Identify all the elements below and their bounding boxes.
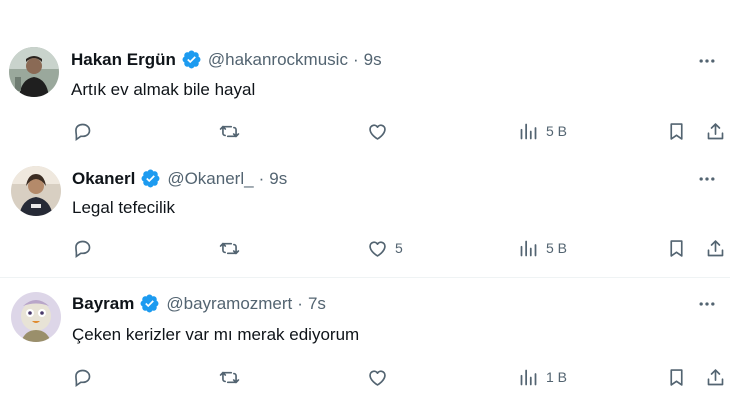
views-button[interactable]: 1 B [518,362,567,392]
retweet-button[interactable] [219,362,240,392]
views-button[interactable]: 5 B [518,116,567,146]
share-icon [705,238,726,259]
tweet-header: Bayram @bayramozmert · 7s [72,293,326,314]
author-name[interactable]: Hakan Ergün [71,50,176,70]
tweet-header: Okanerl @Okanerl_ · 9s [72,168,287,189]
bookmark-icon [666,367,687,388]
separator-dot: · [297,293,303,313]
reply-icon [72,238,93,259]
like-icon [367,238,388,259]
views-icon [518,367,539,388]
retweet-icon [219,367,240,388]
bookmark-icon [666,121,687,142]
tweet[interactable]: Bayram @bayramozmert · 7s Çeken kerizler… [0,277,730,420]
views-icon [518,238,539,259]
reply-button[interactable] [72,362,93,392]
verified-badge-icon [140,168,161,189]
like-button[interactable] [367,116,395,146]
avatar[interactable] [11,166,61,216]
like-button[interactable] [367,362,395,392]
share-button[interactable] [705,116,726,146]
tweet-text: Çeken kerizler var mı merak ediyorum [72,325,360,344]
timestamp[interactable]: 9s [364,50,382,70]
more-icon[interactable] [696,168,718,190]
author-name[interactable]: Okanerl [72,169,135,189]
tweet[interactable]: Okanerl @Okanerl_ · 9s Legal tefecilik 5… [0,156,730,277]
reply-icon [72,121,93,142]
action-bar: 1 B [0,362,730,392]
author-handle[interactable]: @hakanrockmusic [208,50,348,70]
separator-dot: · [258,168,265,188]
more-icon[interactable] [696,50,718,72]
retweet-button[interactable] [219,116,240,146]
retweet-button[interactable] [219,233,240,263]
bookmark-button[interactable] [666,362,687,392]
bookmark-icon [666,238,687,259]
more-icon[interactable] [696,293,718,315]
separator-dot: · [352,49,359,69]
share-button[interactable] [705,233,726,263]
tweet-text: Legal tefecilik [72,198,176,217]
reply-button[interactable] [72,233,93,263]
author-handle[interactable]: @Okanerl_ [167,169,253,189]
avatar[interactable] [11,292,61,342]
tweet-text: Artık ev almak bile hayal [71,80,256,99]
view-count: 5 B [546,123,568,139]
share-icon [705,121,726,142]
retweet-icon [219,238,240,259]
like-button[interactable]: 5 [367,233,403,263]
action-bar: 5 5 B [0,233,730,263]
tweet[interactable]: Hakan Ergün @hakanrockmusic · 9s Artık e… [0,34,730,156]
retweet-icon [219,121,240,142]
bookmark-button[interactable] [666,233,687,263]
author-handle[interactable]: @bayramozmert [166,294,292,314]
tweet-header: Hakan Ergün @hakanrockmusic · 9s [71,49,382,70]
like-count: 5 [395,240,403,256]
like-icon [367,367,388,388]
view-count: 5 B [546,240,568,256]
verified-badge-icon [181,49,202,70]
avatar[interactable] [9,47,59,97]
author-name[interactable]: Bayram [72,294,134,314]
timestamp[interactable]: 7s [308,294,326,314]
bookmark-button[interactable] [666,116,687,146]
reply-icon [72,367,93,388]
views-button[interactable]: 5 B [518,233,567,263]
verified-badge-icon [139,293,160,314]
reply-button[interactable] [72,116,93,146]
share-icon [705,367,726,388]
like-icon [367,121,388,142]
view-count: 1 B [546,369,568,385]
timestamp[interactable]: 9s [269,169,287,189]
share-button[interactable] [705,362,726,392]
action-bar: 5 B [0,116,730,146]
views-icon [518,121,539,142]
